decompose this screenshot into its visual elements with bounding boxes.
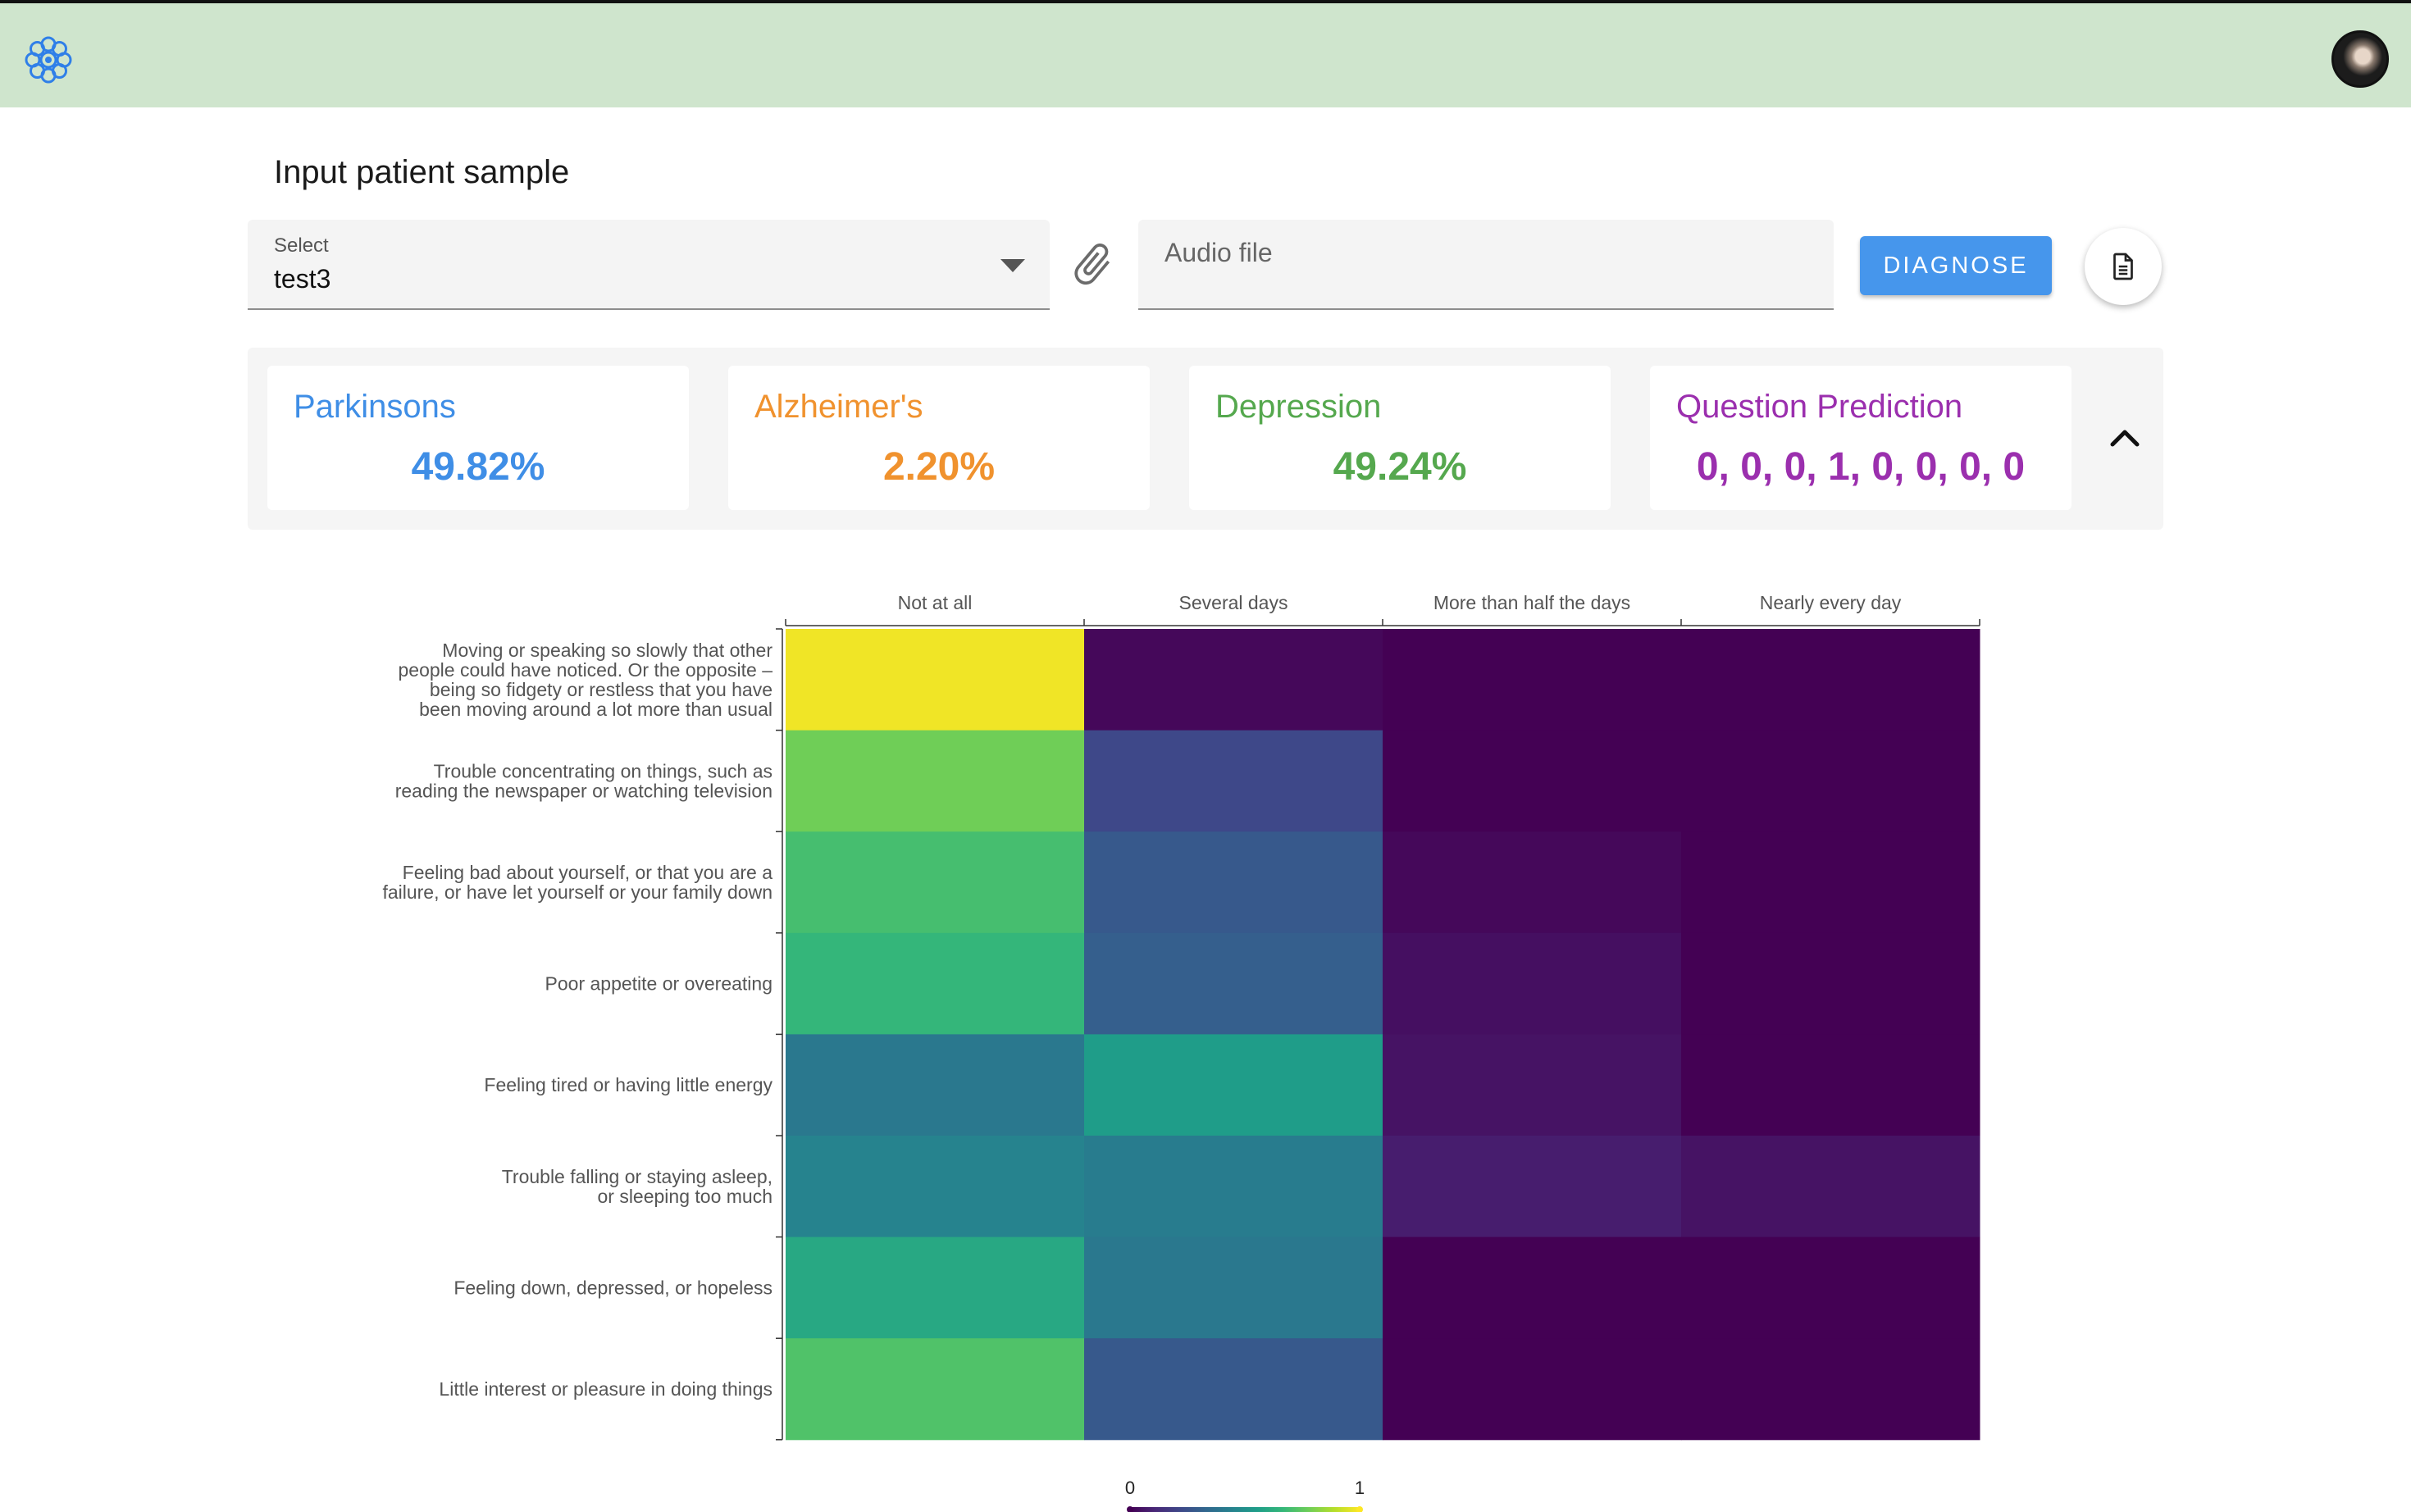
- heatmap-cell: [1681, 1034, 1980, 1136]
- heatmap-cell: [1681, 730, 1980, 832]
- heatmap-cell: [1084, 1236, 1383, 1339]
- y-tick-label: Trouble falling or staying asleep, or sle…: [502, 1166, 773, 1207]
- heatmap-cell: [1084, 730, 1383, 832]
- parkinsons-card: Parkinsons 49.82%: [267, 366, 689, 510]
- heatmap-cell: [786, 1136, 1085, 1238]
- patient-sample-select[interactable]: Select test3: [248, 220, 1050, 310]
- heatmap-cell: [1681, 831, 1980, 934]
- heatmap-cell: [1084, 629, 1383, 731]
- heatmap-cell: [786, 730, 1085, 832]
- heatmap-cell: [1383, 1338, 1682, 1441]
- heatmap-cell: [786, 1034, 1085, 1136]
- y-tick-label: Moving or speaking so slowly that other p…: [399, 640, 773, 720]
- y-tick-label: Poor appetite or overeating: [545, 973, 773, 995]
- y-tick-label: Trouble concentrating on things, such as…: [395, 760, 773, 801]
- heatmap-cell: [1681, 932, 1980, 1035]
- heatmap-cell: [786, 629, 1085, 731]
- question-heatmap-chart: Not at all Several days More than half the…: [382, 592, 1980, 1512]
- x-tick-label: Not at all: [898, 592, 973, 613]
- y-tick-label: Feeling down, depressed, or hopeless: [453, 1277, 773, 1298]
- heatmap-cell: [1383, 629, 1682, 731]
- heatmap-cell: [1383, 1236, 1682, 1339]
- heatmap-cell: [786, 1338, 1085, 1441]
- document-icon: [2113, 253, 2133, 280]
- user-avatar[interactable]: [2331, 30, 2389, 88]
- select-label: Select: [274, 235, 329, 257]
- depression-card: Depression 49.24%: [1189, 366, 1611, 510]
- top-app-bar: [0, 0, 2411, 107]
- heatmap-cell: [786, 932, 1085, 1035]
- question-prediction-card: Question Prediction 0, 0, 0, 1, 0, 0, 0,…: [1650, 366, 2071, 510]
- colorbar: [1130, 1507, 1360, 1512]
- heatmap-cell: [786, 831, 1085, 934]
- card-title: Question Prediction: [1676, 389, 1963, 425]
- heatmap-cell: [1681, 1338, 1980, 1441]
- card-value: 49.24%: [1333, 445, 1467, 489]
- audio-file-input[interactable]: Audio file: [1138, 220, 1834, 310]
- x-tick-label: Several days: [1179, 592, 1288, 613]
- heatmap-cell: [1084, 831, 1383, 934]
- flower-logo-icon[interactable]: [21, 33, 75, 87]
- heatmap-cell: [1383, 1136, 1682, 1238]
- card-value: 49.82%: [411, 445, 545, 489]
- x-tick-label: More than half the days: [1433, 592, 1630, 613]
- paperclip-icon[interactable]: [1068, 239, 1117, 289]
- audio-file-placeholder: Audio file: [1164, 238, 1273, 267]
- collapse-chevron-up-icon[interactable]: [2096, 417, 2153, 458]
- dropdown-arrow-icon[interactable]: [1000, 259, 1025, 272]
- heatmap-cell: [1084, 1136, 1383, 1238]
- y-tick-label: Little interest or pleasure in doing thi…: [439, 1378, 773, 1400]
- select-value: test3: [274, 264, 331, 294]
- card-title: Alzheimer's: [754, 389, 923, 425]
- heatmap-cell: [1681, 1236, 1980, 1339]
- heatmap-cell: [1383, 1034, 1682, 1136]
- x-tick-label: Nearly every day: [1760, 592, 1902, 613]
- y-tick-label: Feeling tired or having little energy: [484, 1074, 773, 1095]
- heatmap-cell: [1681, 629, 1980, 731]
- heatmap-cell: [786, 1236, 1085, 1339]
- report-button[interactable]: [2085, 228, 2162, 305]
- heatmap-cell: [1383, 831, 1682, 934]
- card-value: 2.20%: [882, 445, 996, 489]
- y-tick-label: Feeling bad about yourself, or that you …: [382, 862, 773, 903]
- heatmap-cell: [1084, 932, 1383, 1035]
- alzheimers-card: Alzheimer's 2.20%: [728, 366, 1150, 510]
- heatmap-cell: [1084, 1338, 1383, 1441]
- card-title: Depression: [1215, 389, 1382, 425]
- heatmap-cell: [1084, 1034, 1383, 1136]
- heatmap-cell: [1383, 730, 1682, 832]
- colorbar-min-label: 0: [1125, 1478, 1135, 1498]
- diagnose-button[interactable]: DIAGNOSE: [1860, 236, 2052, 295]
- card-value: 0, 0, 0, 1, 0, 0, 0, 0: [1696, 445, 2026, 489]
- colorbar-max-label: 1: [1355, 1478, 1365, 1498]
- heatmap-cell: [1383, 932, 1682, 1035]
- page-title: Input patient sample: [274, 154, 570, 190]
- heatmap-cell: [1681, 1136, 1980, 1238]
- results-panel: Parkinsons 49.82% Alzheimer's 2.20% Depr…: [248, 348, 2163, 530]
- card-title: Parkinsons: [294, 389, 456, 425]
